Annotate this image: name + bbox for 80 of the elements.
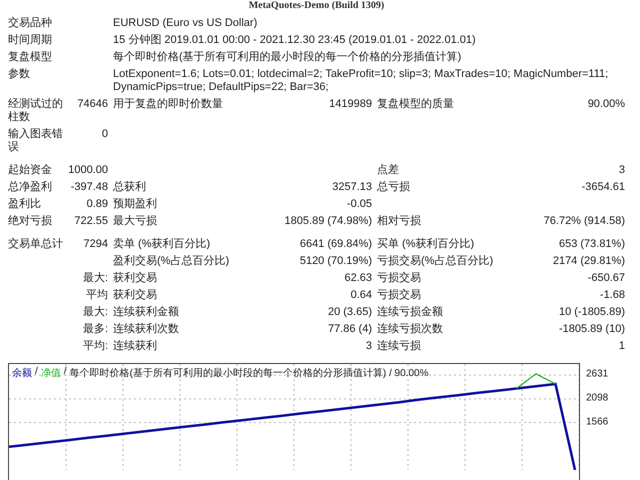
legend-label: 余额 bbox=[12, 366, 32, 380]
stat-label: 连续获利 bbox=[112, 340, 158, 353]
stat-label: 亏损交易(%占总百分比) bbox=[376, 255, 494, 268]
stat-value: 6641 (69.84%) bbox=[300, 238, 372, 251]
stat-label: 经测试过的柱数 bbox=[8, 98, 64, 124]
stat-label: 用于复盘的即时价数量 bbox=[112, 98, 224, 112]
stat-value: 1419989 bbox=[329, 98, 372, 112]
legend-separator: / bbox=[35, 366, 38, 379]
stat-value: 5120 (70.19%) bbox=[300, 255, 372, 268]
stat-label: 连续获利金额 bbox=[112, 306, 180, 319]
stat-label: 起始资金 bbox=[8, 164, 53, 177]
stat-label: 连续获利次数 bbox=[112, 323, 180, 336]
stat-value: 62.63 bbox=[344, 272, 372, 285]
stat-label: 复盘模型的质量 bbox=[376, 98, 455, 112]
stat-value: 1 bbox=[618, 340, 625, 353]
stat-label: 连续亏损金额 bbox=[376, 306, 444, 319]
stat-value: -3654.61 bbox=[582, 181, 625, 194]
stat-label: 总获利 bbox=[112, 181, 147, 194]
stat-label: 预期盈利 bbox=[112, 198, 158, 211]
stat-label: 绝对亏损 bbox=[8, 215, 53, 228]
stat-value: 0 bbox=[102, 128, 108, 142]
stat-value: -0.05 bbox=[346, 198, 372, 211]
setting-value: LotExponent=1.6; Lots=0.01; lotdecimal=2; TakeProfit=10; slip=3; MaxTrades=10; MagicNumber=111; DynamicPips=true; DefaultPips=22; Bar=36; bbox=[112, 68, 610, 94]
stat-label: 总净盈利 bbox=[8, 181, 53, 194]
setting-label: 复盘模型 bbox=[8, 51, 53, 64]
stat-label: 盈利比 bbox=[8, 198, 42, 211]
stat-value: 最大: bbox=[82, 272, 108, 285]
stat-value: -397.48 bbox=[70, 181, 108, 194]
stat-label: 输入图表错误 bbox=[8, 128, 64, 154]
stat-value: -1.68 bbox=[600, 289, 625, 302]
axis-tick-label: 2098 bbox=[586, 392, 608, 404]
chart-title: 每个即时价格(基于所有可利用的最小时段的每一个价格的分形插值计算) / 90.00% bbox=[70, 366, 428, 380]
stat-value: 3 bbox=[618, 164, 625, 177]
stat-value: 平均: bbox=[82, 340, 108, 353]
stat-label: 亏损交易 bbox=[376, 272, 422, 285]
stat-value: 3 bbox=[366, 340, 372, 353]
stat-value: 90.00% bbox=[588, 98, 625, 112]
stat-label: 最大亏损 bbox=[112, 215, 158, 228]
stat-label: 连续亏损 bbox=[376, 340, 422, 353]
setting-label: 参数 bbox=[8, 68, 31, 82]
stat-label: 连续亏损次数 bbox=[376, 323, 444, 336]
stat-value: -1805.89 (10) bbox=[558, 323, 625, 336]
stat-label: 交易单总计 bbox=[8, 238, 64, 251]
stat-value: 最多: bbox=[82, 323, 108, 336]
stat-value: 722.55 bbox=[74, 215, 108, 228]
stat-value: 0.89 bbox=[86, 198, 108, 211]
setting-label: 交易品种 bbox=[8, 17, 53, 30]
stat-value: 0.64 bbox=[350, 289, 372, 302]
stat-label: 获利交易 bbox=[112, 289, 158, 302]
stat-label: 点差 bbox=[376, 164, 400, 177]
stat-value: 20 (3.65) bbox=[328, 306, 372, 319]
stat-value: 10 (-1805.89) bbox=[558, 306, 625, 319]
stat-label: 买单 (%获利百分比) bbox=[376, 238, 476, 251]
setting-label: 时间周期 bbox=[8, 34, 53, 47]
stat-label: 盈利交易(%占总百分比) bbox=[112, 255, 230, 268]
stat-value: 76.72% (914.58) bbox=[544, 215, 625, 228]
setting-value: 每个即时价格(基于所有可利用的最小时段的每一个价格的分形插值计算) bbox=[112, 51, 462, 64]
legend-separator: / bbox=[64, 366, 67, 379]
stat-value: 1000.00 bbox=[68, 164, 108, 177]
stat-label: 获利交易 bbox=[112, 272, 158, 285]
stat-label: 相对亏损 bbox=[376, 215, 422, 228]
window-title: MetaQuotes-Demo (Build 1309) bbox=[248, 0, 384, 11]
stat-value: 最大: bbox=[82, 306, 108, 319]
stat-value: 平均 bbox=[86, 289, 108, 302]
stat-label: 卖单 (%获利百分比) bbox=[112, 238, 212, 251]
stat-value: 2174 (29.81%) bbox=[552, 255, 625, 268]
stat-label: 亏损交易 bbox=[376, 289, 422, 302]
stat-value: 7294 bbox=[84, 238, 108, 251]
axis-tick-label: 1566 bbox=[586, 416, 608, 428]
stat-value: 74646 bbox=[77, 98, 108, 112]
stat-value: -650.67 bbox=[588, 272, 625, 285]
stat-value: 653 (73.81%) bbox=[558, 238, 625, 251]
stat-value: 77.86 (4) bbox=[328, 323, 372, 336]
legend-label: 净值 bbox=[40, 367, 61, 380]
setting-value: EURUSD (Euro vs US Dollar) bbox=[112, 17, 258, 30]
stat-value: 3257.13 bbox=[332, 181, 372, 194]
stat-value: 1805.89 (74.98%) bbox=[284, 215, 372, 228]
setting-value: 15 分钟图 2019.01.01 00:00 - 2021.12.30 23:45 (2019.01.01 - 2022.01.01) bbox=[112, 34, 477, 47]
axis-tick-label: 2631 bbox=[586, 368, 608, 380]
stat-label: 总亏损 bbox=[376, 181, 411, 194]
